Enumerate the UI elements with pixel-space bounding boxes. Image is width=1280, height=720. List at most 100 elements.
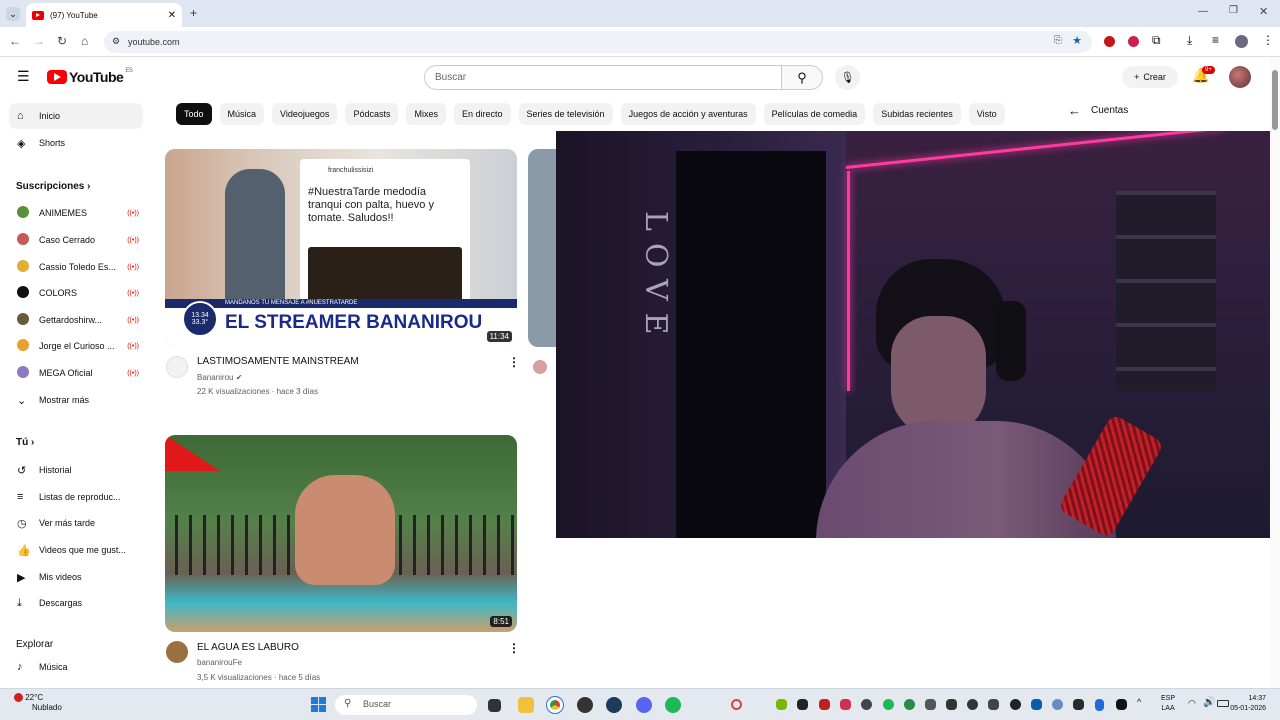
more-options-icon[interactable]: ⋮ <box>508 355 520 369</box>
tray-app-icon[interactable] <box>819 699 830 710</box>
reload-icon[interactable]: ↻ <box>57 34 67 48</box>
extension-red-icon[interactable] <box>1104 36 1115 47</box>
wifi-icon[interactable]: ◠ <box>1188 698 1196 709</box>
chip[interactable]: Música <box>219 103 265 125</box>
file-explorer-icon[interactable] <box>518 697 534 713</box>
youtube-logo[interactable]: YouTube ES <box>47 68 133 85</box>
back-arrow-icon[interactable]: ← <box>1068 103 1081 118</box>
spotify-icon[interactable] <box>665 697 681 713</box>
volume-icon[interactable]: 🔊 <box>1203 697 1215 708</box>
sidebar-item-shorts[interactable]: ◈ Shorts <box>9 130 143 156</box>
tray-chevron-icon[interactable]: ^ <box>1137 697 1147 708</box>
tray-app-icon[interactable] <box>1031 699 1042 710</box>
create-button[interactable]: + Crear <box>1122 66 1178 88</box>
profile-icon[interactable] <box>1235 35 1248 48</box>
chip[interactable]: Subidas recientes <box>873 103 961 125</box>
tray-app-icon[interactable] <box>1010 699 1021 710</box>
clock[interactable]: 14:37 05-01-2026 <box>1226 694 1266 714</box>
sidebar-item-music[interactable]: ♪ Música <box>9 654 143 680</box>
tab-search-icon[interactable]: ⌄ <box>6 7 20 21</box>
subscription-item[interactable]: Cassio Toledo Es... ((•)) <box>9 254 143 280</box>
chip[interactable]: Películas de comedia <box>763 103 866 125</box>
tray-app-icon[interactable] <box>731 699 742 710</box>
chip[interactable]: En directo <box>453 103 511 125</box>
you-heading[interactable]: Tú › <box>16 437 34 448</box>
tray-app-icon[interactable] <box>967 699 978 710</box>
video-title[interactable]: EL AGUA ES LABURO <box>197 642 299 653</box>
tray-app-icon[interactable] <box>1052 699 1063 710</box>
search-button[interactable]: ⚲ <box>781 65 823 90</box>
tray-app-icon[interactable] <box>883 699 894 710</box>
sidebar-item-playlists[interactable]: ≡ Listas de reproduc... <box>9 484 143 510</box>
steam-icon[interactable] <box>606 697 622 713</box>
browser-tab[interactable]: (97) YouTube ✕ <box>26 3 182 27</box>
voice-search-button[interactable]: 🎙 <box>835 65 860 90</box>
tray-app-icon[interactable] <box>797 699 808 710</box>
account-avatar[interactable] <box>1229 66 1251 88</box>
channel-name[interactable]: bananirouFe <box>197 658 242 667</box>
sidebar-item-liked[interactable]: 👍 Videos que me gust... <box>9 537 143 563</box>
tray-app-icon[interactable] <box>925 699 936 710</box>
discord-icon[interactable] <box>636 697 652 713</box>
chip[interactable]: Series de televisión <box>518 103 613 125</box>
install-icon[interactable]: ⎘ <box>1054 35 1062 46</box>
video-thumbnail[interactable]: 8:51 <box>165 435 517 632</box>
channel-avatar[interactable] <box>166 641 188 663</box>
chip-all[interactable]: Todo <box>176 103 212 125</box>
terminal-icon[interactable] <box>1116 699 1127 710</box>
bluetooth-icon[interactable] <box>1095 699 1104 711</box>
channel-avatar[interactable] <box>166 356 188 378</box>
tray-app-icon[interactable] <box>840 699 851 710</box>
more-options-icon[interactable]: ⋮ <box>508 641 520 655</box>
close-tab-icon[interactable]: ✕ <box>168 10 176 21</box>
video-title[interactable]: LASTIMOSAMENTE MAINSTREAM <box>197 356 359 367</box>
tray-app-icon[interactable] <box>946 699 957 710</box>
search-input[interactable]: Buscar <box>424 65 782 90</box>
chrome-icon[interactable] <box>546 696 564 714</box>
chip[interactable]: Mixes <box>406 103 446 125</box>
chip[interactable]: Videojuegos <box>272 103 338 125</box>
sidebar-item-inicio[interactable]: ⌂ Inicio <box>9 103 143 129</box>
subscription-item[interactable]: COLORS ((•)) <box>9 280 143 306</box>
tray-app-icon[interactable] <box>904 699 915 710</box>
subscription-item[interactable]: Caso Cerrado ((•)) <box>9 227 143 253</box>
subscription-item[interactable]: MEGA Oficial ((•)) <box>9 360 143 386</box>
scrollbar-thumb[interactable] <box>1272 70 1278 130</box>
extension-pink-icon[interactable] <box>1128 36 1139 47</box>
subscription-item[interactable]: ANIMEMES ((•)) <box>9 200 143 226</box>
subscriptions-heading[interactable]: Suscripciones › <box>16 181 90 192</box>
chip[interactable]: Visto <box>968 103 1005 125</box>
bookmark-star-icon[interactable]: ★ <box>1072 34 1082 47</box>
subscription-item[interactable]: Gettardoshirw... ((•)) <box>9 307 143 333</box>
windows-start-icon[interactable] <box>311 697 326 712</box>
hamburger-menu-icon[interactable]: ☰ <box>17 68 30 85</box>
forward-icon[interactable]: → <box>33 34 45 48</box>
taskview-icon[interactable] <box>488 699 501 712</box>
sidebar-item-watch-later[interactable]: ◷ Ver más tarde <box>9 510 143 536</box>
sidebar-item-downloads[interactable]: ⤓ Descargas <box>9 590 143 616</box>
channel-name[interactable]: Bananirou ✔ <box>197 373 242 382</box>
url-bar[interactable]: ⚙ youtube.com ⎘ ★ <box>104 31 1092 53</box>
chip[interactable]: Pódcasts <box>345 103 399 125</box>
weather-widget[interactable]: 22°C Nublado <box>14 693 62 713</box>
sidebar-item-my-videos[interactable]: ▶ Mis videos <box>9 564 143 590</box>
back-icon[interactable]: ← <box>9 34 21 48</box>
tray-app-icon[interactable] <box>988 699 999 710</box>
browser-menu-icon[interactable]: ⋮ <box>1262 33 1274 47</box>
language-indicator[interactable]: ESP LAA <box>1161 694 1175 714</box>
minimize-icon[interactable]: — <box>1198 6 1208 17</box>
close-window-icon[interactable]: ✕ <box>1259 5 1268 18</box>
restore-icon[interactable]: ❐ <box>1229 5 1238 16</box>
video-thumbnail-partial[interactable] <box>528 149 556 347</box>
new-tab-icon[interactable]: + <box>190 6 197 20</box>
subscription-item[interactable]: Jorge el Curioso ... ((•)) <box>9 333 143 359</box>
sidebar-item-historial[interactable]: ↺ Historial <box>9 457 143 483</box>
page-scrollbar[interactable] <box>1270 58 1280 688</box>
media-control-icon[interactable]: ≡ <box>1212 33 1219 47</box>
site-info-icon[interactable]: ⚙ <box>112 36 120 47</box>
taskbar-search[interactable]: ⚲ Buscar <box>335 695 477 715</box>
chip[interactable]: Juegos de acción y aventuras <box>620 103 756 125</box>
tray-app-icon[interactable] <box>861 699 872 710</box>
show-more-button[interactable]: ⌄ Mostrar más <box>9 387 143 413</box>
extensions-puzzle-icon[interactable]: ⧉ <box>1152 33 1161 48</box>
